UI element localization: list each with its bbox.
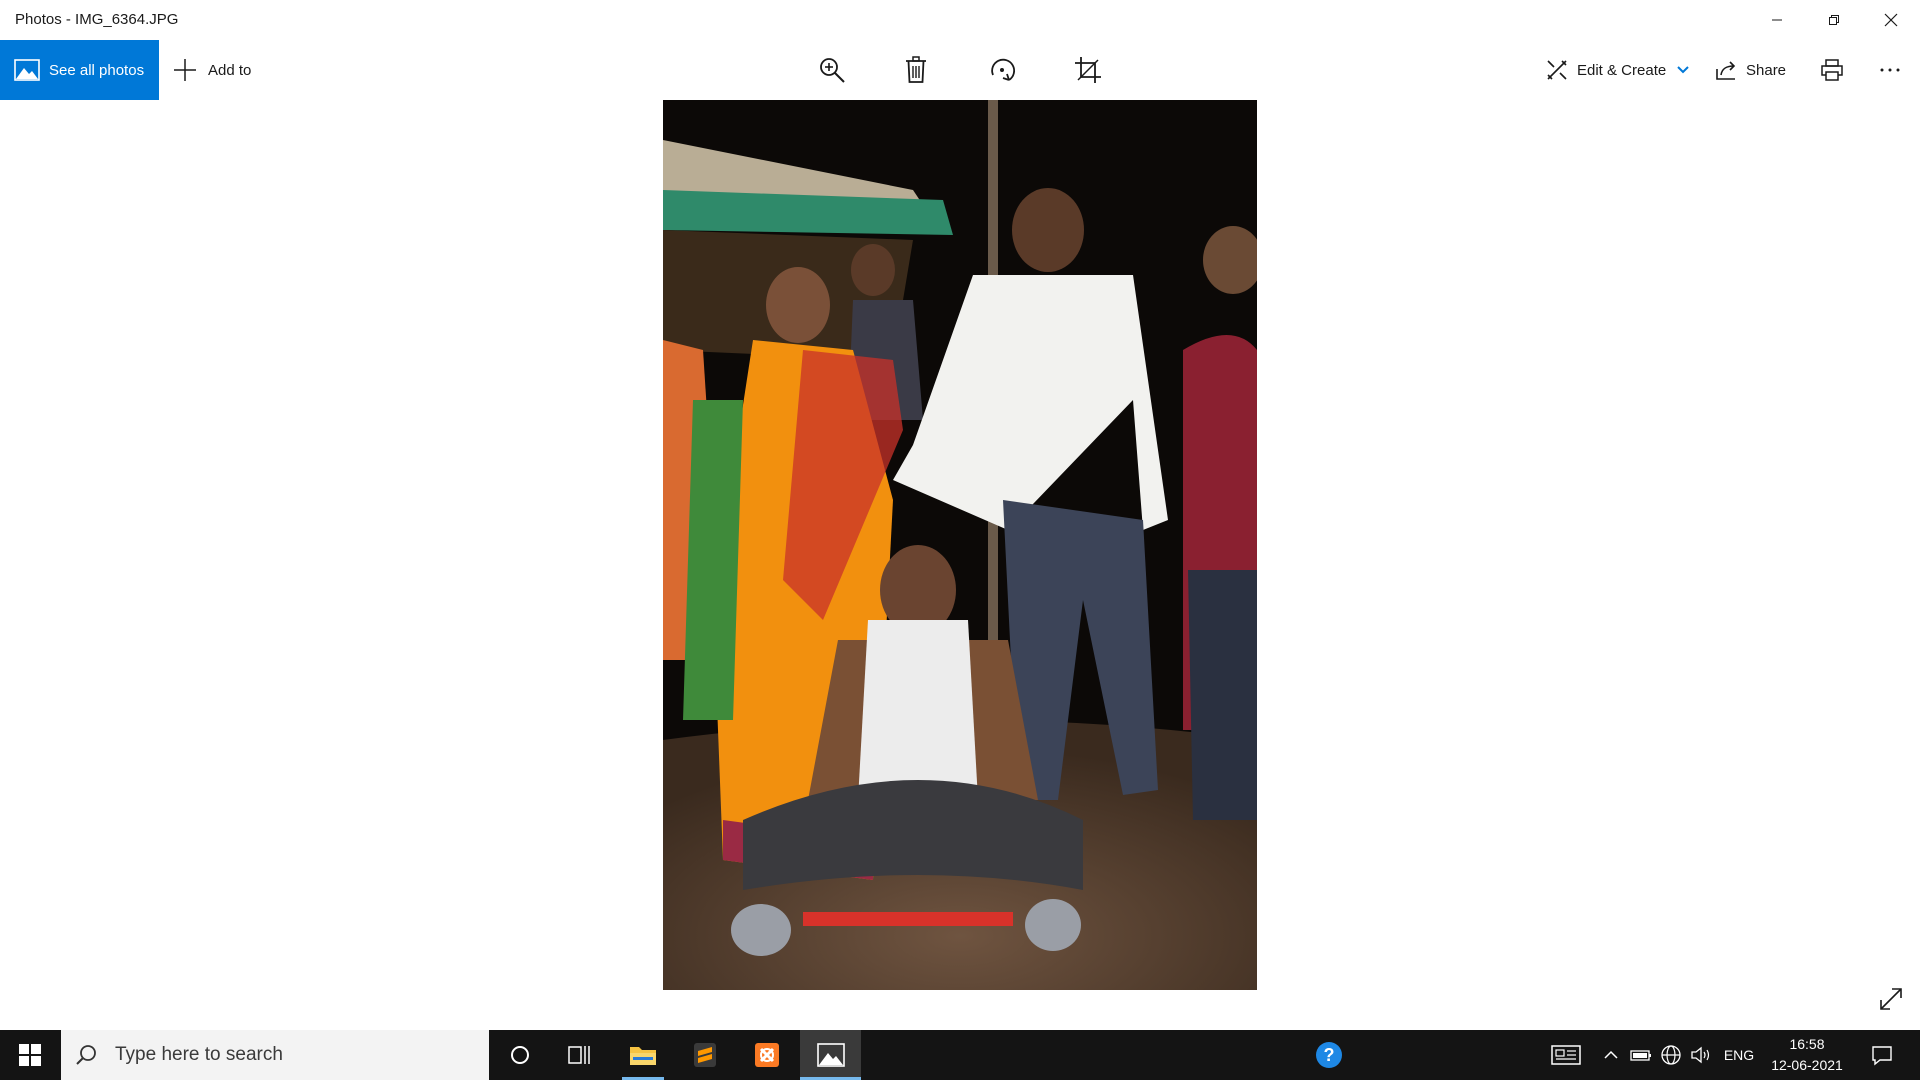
news-icon	[1551, 1045, 1581, 1065]
chevron-up-icon	[1604, 1050, 1618, 1059]
task-view-icon	[568, 1046, 590, 1064]
crop-button[interactable]	[1068, 52, 1108, 88]
close-icon	[1884, 13, 1898, 27]
battery-button[interactable]	[1628, 1030, 1654, 1080]
expand-button[interactable]	[1874, 982, 1908, 1016]
taskbar-search-box[interactable]: Type here to search	[61, 1030, 489, 1080]
share-button[interactable]: Share	[1715, 40, 1786, 100]
network-button[interactable]	[1658, 1030, 1684, 1080]
sublime-text-icon	[694, 1043, 716, 1067]
input-language-button[interactable]: ENG	[1720, 1030, 1758, 1080]
language-label: ENG	[1723, 1047, 1755, 1063]
battery-icon	[1630, 1050, 1651, 1061]
add-to-label: Add to	[208, 61, 252, 79]
see-all-photos-button[interactable]: See all photos	[0, 40, 159, 100]
title-bar: Photos - IMG_6364.JPG	[0, 0, 1920, 40]
edit-create-icon	[1547, 60, 1567, 80]
cortana-icon	[511, 1046, 529, 1064]
print-icon	[1821, 59, 1843, 81]
windows-logo-icon	[19, 1044, 41, 1066]
minimize-icon	[1772, 19, 1782, 21]
sublime-text-button[interactable]	[680, 1030, 730, 1080]
clock-date: 12-06-2021	[1771, 1057, 1843, 1073]
rotate-button[interactable]	[982, 52, 1022, 88]
zoom-button[interactable]	[812, 52, 852, 88]
help-icon: ?	[1316, 1042, 1342, 1068]
speaker-icon	[1691, 1046, 1710, 1064]
see-all-photos-label: See all photos	[49, 61, 145, 79]
window-title: Photos - IMG_6364.JPG	[15, 11, 179, 28]
notification-icon	[1872, 1046, 1892, 1066]
expand-icon	[1880, 988, 1902, 1010]
photos-taskbar-button[interactable]	[800, 1030, 861, 1080]
rotate-icon	[991, 58, 1016, 81]
taskbar: Type here to search ? ENG 16:58 12-06-20…	[0, 1030, 1920, 1080]
edit-create-label: Edit & Create	[1577, 61, 1667, 79]
start-button[interactable]	[0, 1030, 60, 1080]
volume-button[interactable]	[1688, 1030, 1714, 1080]
clock-button[interactable]: 16:58 12-06-2021	[1762, 1030, 1852, 1080]
edit-create-button[interactable]: Edit & Create	[1546, 40, 1690, 100]
plus-icon	[174, 59, 196, 81]
cortana-button[interactable]	[495, 1030, 545, 1080]
zoom-in-icon	[820, 58, 845, 83]
show-hidden-icons-button[interactable]	[1600, 1030, 1622, 1080]
xampp-button[interactable]	[742, 1030, 792, 1080]
print-button[interactable]	[1817, 40, 1847, 100]
add-to-button[interactable]: Add to	[172, 40, 251, 100]
delete-button[interactable]	[896, 52, 936, 88]
file-explorer-icon	[630, 1047, 656, 1065]
search-placeholder: Type here to search	[115, 1044, 283, 1065]
photos-gallery-icon	[14, 59, 40, 81]
task-view-button[interactable]	[555, 1030, 605, 1080]
photo-viewer-image[interactable]	[663, 100, 1257, 990]
more-icon	[1880, 68, 1900, 72]
restore-icon	[1829, 15, 1839, 25]
file-explorer-button[interactable]	[618, 1030, 668, 1080]
clock-time: 16:58	[1789, 1036, 1825, 1052]
news-button[interactable]	[1548, 1030, 1584, 1080]
more-button[interactable]	[1875, 40, 1905, 100]
share-label: Share	[1746, 61, 1787, 79]
svg-text:?: ?	[1324, 1045, 1335, 1065]
photo-illustration	[663, 100, 1257, 990]
help-button[interactable]: ?	[1311, 1030, 1347, 1080]
restore-button[interactable]	[1806, 0, 1862, 40]
crop-icon	[1075, 57, 1101, 83]
close-button[interactable]	[1863, 0, 1919, 40]
share-icon	[1716, 61, 1736, 80]
minimize-button[interactable]	[1749, 0, 1805, 40]
delete-icon	[906, 56, 926, 83]
photos-icon	[816, 1043, 845, 1067]
globe-icon	[1661, 1045, 1681, 1065]
xampp-icon	[755, 1043, 779, 1067]
action-center-button[interactable]	[1862, 1030, 1902, 1080]
search-icon	[76, 1045, 96, 1065]
chevron-down-icon	[1677, 66, 1689, 74]
